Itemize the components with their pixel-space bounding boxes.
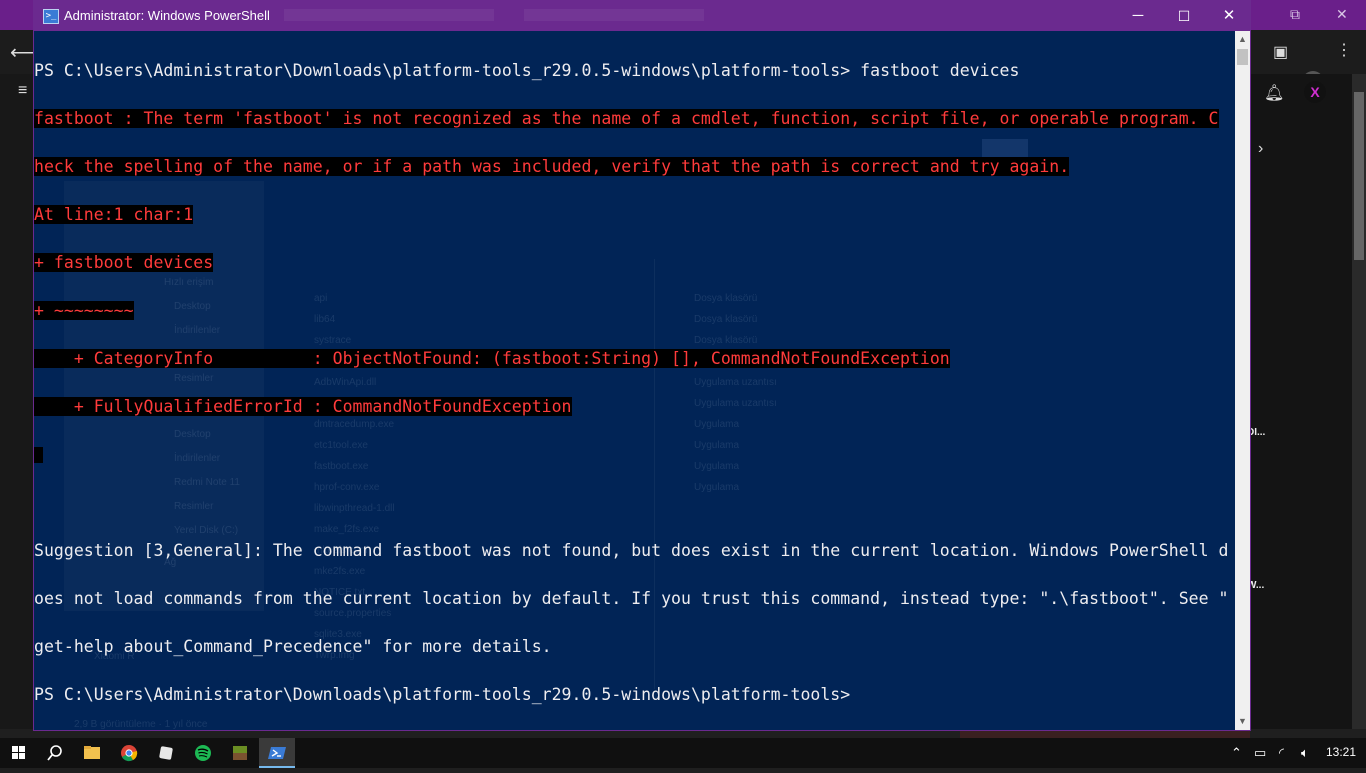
error-line: + ~~~~~~~~ xyxy=(34,301,1228,320)
error-text: + CategoryInfo : ObjectNotFound: (fastbo… xyxy=(34,349,950,368)
typed-command: fastboot devices xyxy=(850,61,1020,80)
background-left-strip: ≡ xyxy=(0,74,34,729)
suggestion-line: get-help about_Command_Precedence" for m… xyxy=(34,637,552,656)
spotify-button[interactable] xyxy=(185,738,221,768)
prompt-line: PS C:\Users\Administrator\Downloads\plat… xyxy=(34,61,1228,80)
error-line: fastboot : The term 'fastboot' is not re… xyxy=(34,109,1228,128)
error-text: + FullyQualifiedErrorId : CommandNotFoun… xyxy=(34,397,572,416)
sidebar-toggle-icon[interactable]: ▣ xyxy=(1273,42,1288,62)
more-menu-icon[interactable]: ⋮ xyxy=(1336,40,1352,60)
wifi-icon[interactable]: ◜ xyxy=(1279,745,1284,761)
scroll-down-icon[interactable]: ▼ xyxy=(1235,713,1250,730)
error-line: heck the spelling of the name, or if a p… xyxy=(34,157,1228,176)
taskbar-clock[interactable]: 13:21 xyxy=(1326,745,1356,759)
powershell-taskbar-button[interactable] xyxy=(259,738,295,768)
app-button[interactable] xyxy=(148,738,184,768)
powershell-icon xyxy=(268,747,286,759)
console-scrollbar[interactable]: ▲ ▼ xyxy=(1235,31,1250,730)
error-block-end xyxy=(34,447,43,463)
powershell-window[interactable]: >_ Administrator: Windows PowerShell ─ ☐… xyxy=(33,0,1251,731)
tray-chevron-icon[interactable]: ⌃ xyxy=(1231,745,1242,761)
folder-icon xyxy=(84,746,100,759)
background-scrollbar-thumb[interactable] xyxy=(1354,92,1364,260)
windows-icon xyxy=(12,746,25,759)
close-button[interactable]: ✕ xyxy=(1206,1,1252,31)
extension-icon[interactable]: X xyxy=(1304,81,1326,103)
background-right-panel: 🔔︎ › DI... W... xyxy=(1247,74,1366,729)
search-button[interactable] xyxy=(37,738,73,768)
error-line: + fastboot devices xyxy=(34,253,1228,272)
error-line: + FullyQualifiedErrorId : CommandNotFoun… xyxy=(34,397,1228,416)
maximize-button[interactable]: ☐ xyxy=(1161,1,1207,31)
scroll-up-icon[interactable]: ▲ xyxy=(1235,31,1250,48)
scrollbar-thumb[interactable] xyxy=(1237,49,1248,65)
powershell-icon[interactable]: >_ xyxy=(43,9,59,24)
suggestion-line: Suggestion [3,General]: The command fast… xyxy=(34,541,1229,560)
background-restore-icon[interactable]: ⧉ xyxy=(1290,6,1300,23)
blank-line xyxy=(34,447,1228,463)
hamburger-icon[interactable]: ≡ xyxy=(18,82,27,100)
window-titlebar[interactable]: >_ Administrator: Windows PowerShell ─ ☐… xyxy=(34,1,1250,31)
error-line: At line:1 char:1 xyxy=(34,205,1228,224)
chevron-right-icon[interactable]: › xyxy=(1258,140,1263,158)
spotify-icon xyxy=(195,745,211,761)
ghost-tab xyxy=(284,9,494,21)
background-close-icon[interactable]: ✕ xyxy=(1336,6,1348,23)
error-text: + ~~~~~~~~ xyxy=(34,301,134,320)
error-text: + fastboot devices xyxy=(34,253,214,272)
chrome-icon xyxy=(121,745,138,762)
taskbar: ⌃ ▭ ◜ 🔈︎ 13:21 xyxy=(0,738,1366,768)
error-text: At line:1 char:1 xyxy=(34,205,194,224)
minimize-button[interactable]: ─ xyxy=(1115,1,1161,31)
error-text: heck the spelling of the name, or if a p… xyxy=(34,157,1070,176)
battery-icon[interactable]: ▭ xyxy=(1254,745,1266,761)
suggestion-line: oes not load commands from the current l… xyxy=(34,589,1229,608)
bell-icon[interactable]: 🔔︎ xyxy=(1264,83,1284,103)
minecraft-button[interactable] xyxy=(222,738,258,768)
app-icon xyxy=(159,746,173,760)
search-icon xyxy=(47,745,62,761)
volume-icon[interactable]: 🔈︎ xyxy=(1301,745,1309,761)
ghost-tab xyxy=(524,9,704,21)
error-text: fastboot : The term 'fastboot' is not re… xyxy=(34,109,1219,128)
chrome-button[interactable] xyxy=(111,738,147,768)
error-line: + CategoryInfo : ObjectNotFound: (fastbo… xyxy=(34,349,1228,368)
prompt-path: PS C:\Users\Administrator\Downloads\plat… xyxy=(34,61,851,80)
window-title: Administrator: Windows PowerShell xyxy=(64,8,270,23)
file-explorer-button[interactable] xyxy=(74,738,110,768)
console-area[interactable]: Hızlı erişim Desktop İndirilenler Belgel… xyxy=(34,31,1234,730)
terminal-output[interactable]: PS C:\Users\Administrator\Downloads\plat… xyxy=(34,31,1228,730)
prompt-line[interactable]: PS C:\Users\Administrator\Downloads\plat… xyxy=(34,686,1228,703)
start-button[interactable] xyxy=(0,738,36,768)
minecraft-icon xyxy=(233,746,247,760)
